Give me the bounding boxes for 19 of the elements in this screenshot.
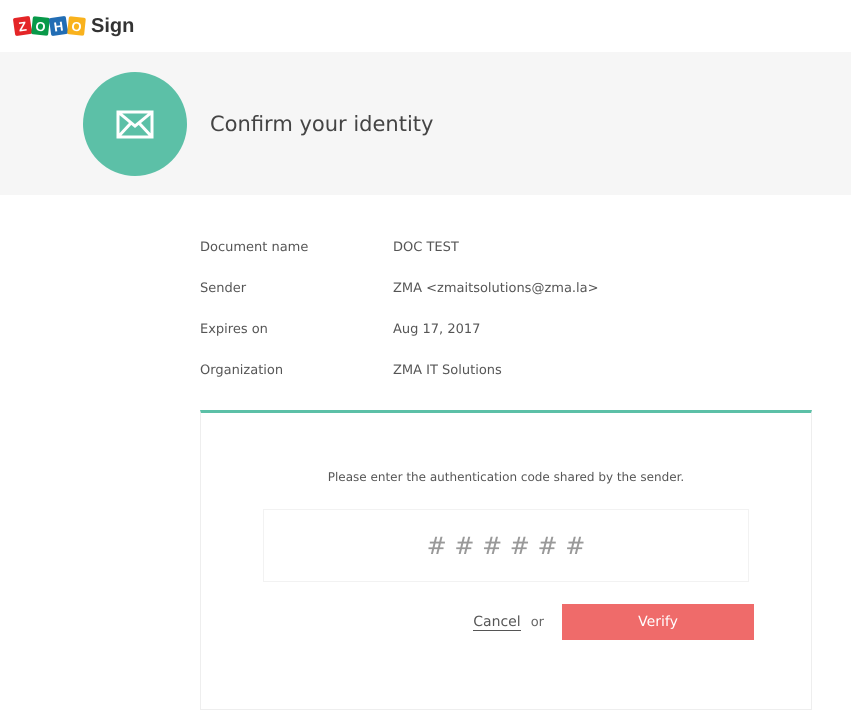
detail-label: Sender	[200, 281, 248, 296]
cancel-link[interactable]: Cancel	[473, 614, 521, 630]
logo-tile: Z	[12, 16, 32, 36]
logo-tile: O	[31, 16, 50, 36]
code-field[interactable]: # # # # # #	[263, 509, 749, 582]
detail-value: DOC TEST	[393, 240, 459, 255]
detail-value: ZMA IT Solutions	[393, 363, 502, 378]
detail-label: Expires on	[200, 322, 269, 337]
product-name: Sign	[91, 14, 134, 38]
separator-text: or	[530, 614, 544, 630]
detail-value: Aug 17, 2017	[393, 322, 480, 337]
detail-label: Document name	[200, 240, 310, 255]
logo-tile: O	[67, 16, 86, 36]
prompt-text: Please enter the authentication code shared by the sender.	[328, 470, 684, 484]
detail-label: Organization	[200, 363, 284, 378]
logo-tile: H	[48, 16, 68, 36]
envelope-icon	[83, 72, 187, 176]
page-title: Confirm your identity	[210, 112, 434, 136]
detail-value: ZMA <zmaitsolutions@zma.la>	[393, 281, 599, 296]
